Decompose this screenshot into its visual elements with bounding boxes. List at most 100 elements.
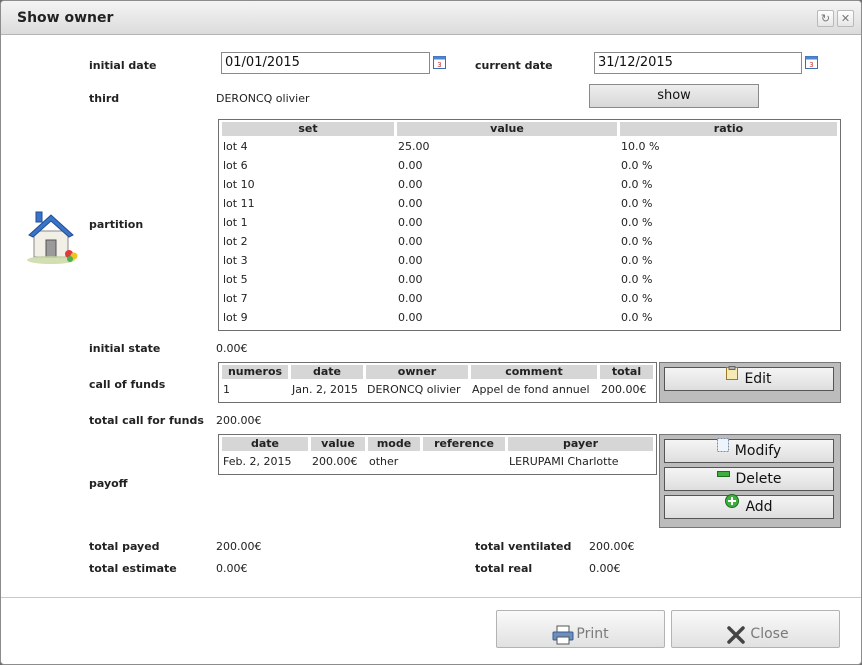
footer-divider	[1, 597, 861, 598]
cell-mode: other	[369, 455, 399, 468]
calendar-icon[interactable]: 3	[804, 54, 820, 70]
cell-value: 0.00	[398, 273, 423, 286]
payoff-actions: Modify Delete Add	[659, 434, 841, 528]
cell-set: lot 6	[223, 159, 248, 172]
table-row[interactable]: lot 4 25.00 10.0 %	[222, 138, 837, 155]
add-button[interactable]: Add	[664, 493, 834, 519]
add-icon	[725, 493, 740, 515]
column-header-reference[interactable]: reference	[423, 437, 505, 451]
table-row[interactable]: lot 5 0.00 0.0 %	[222, 271, 837, 288]
column-header-payer[interactable]: payer	[508, 437, 653, 451]
initial-state-value: 0.00€	[216, 342, 248, 355]
delete-button-label: Delete	[735, 471, 782, 487]
house-icon	[25, 207, 81, 265]
cell-set: lot 9	[223, 311, 248, 324]
table-row[interactable]: 1 Jan. 2, 2015 DERONCQ olivier Appel de …	[222, 381, 653, 398]
close-button-label: Close	[750, 626, 789, 642]
third-label: third	[89, 92, 120, 105]
column-header-ratio[interactable]: ratio	[620, 122, 837, 136]
cell-value: 0.00	[398, 159, 423, 172]
table-row[interactable]: lot 11 0.00 0.0 %	[222, 195, 837, 212]
cell-set: lot 10	[223, 178, 255, 191]
edit-button[interactable]: Edit	[664, 366, 834, 391]
svg-text:3: 3	[437, 61, 441, 69]
table-row[interactable]: lot 7 0.00 0.0 %	[222, 290, 837, 307]
cell-ratio: 10.0 %	[621, 140, 660, 153]
calendar-icon[interactable]: 3	[432, 54, 448, 70]
initial-state-label: initial state	[89, 342, 161, 355]
current-date-input[interactable]: 31/12/2015	[594, 52, 802, 74]
cell-ratio: 0.0 %	[621, 216, 653, 229]
show-button[interactable]: show	[589, 84, 759, 108]
cell-set: lot 5	[223, 273, 248, 286]
total-payed-value: 200.00€	[216, 540, 262, 553]
dialog-titlebar[interactable]: Show owner ↻ ✕	[1, 1, 861, 35]
show-owner-dialog: Show owner ↻ ✕ initial date 01/01/2015 3…	[0, 0, 862, 665]
table-row[interactable]: lot 10 0.00 0.0 %	[222, 176, 837, 193]
close-button[interactable]: Close	[671, 610, 840, 648]
table-row[interactable]: Feb. 2, 2015 200.00€ other LERUPAMI Char…	[222, 453, 653, 470]
total-payed-label: total payed	[89, 540, 160, 553]
add-button-label: Add	[745, 499, 773, 515]
column-header-value[interactable]: value	[311, 437, 365, 451]
cell-set: lot 7	[223, 292, 248, 305]
cell-value: 0.00	[398, 254, 423, 267]
column-header-comment[interactable]: comment	[471, 365, 597, 379]
call-of-funds-label: call of funds	[89, 378, 166, 391]
total-estimate-value: 0.00€	[216, 562, 248, 575]
cell-comment: Appel de fond annuel	[472, 383, 590, 396]
cell-payer: LERUPAMI Charlotte	[509, 455, 619, 468]
svg-text:3: 3	[809, 61, 813, 69]
total-call-for-funds-value: 200.00€	[216, 414, 262, 427]
column-header-numeros[interactable]: numeros	[222, 365, 288, 379]
column-header-total[interactable]: total	[600, 365, 653, 379]
call-of-funds-actions: Edit	[659, 362, 841, 403]
total-real-label: total real	[475, 562, 533, 575]
payoff-label: payoff	[89, 477, 128, 490]
column-header-value[interactable]: value	[397, 122, 617, 136]
delete-icon	[716, 465, 730, 487]
table-row[interactable]: lot 2 0.00 0.0 %	[222, 233, 837, 250]
refresh-icon[interactable]: ↻	[817, 10, 834, 27]
total-ventilated-label: total ventilated	[475, 540, 572, 553]
table-row[interactable]: lot 9 0.00 0.0 %	[222, 309, 837, 326]
column-header-set[interactable]: set	[222, 122, 394, 136]
cell-ratio: 0.0 %	[621, 254, 653, 267]
modify-button-label: Modify	[734, 443, 782, 459]
cell-value: 200.00€	[312, 455, 358, 468]
modify-icon	[716, 437, 729, 459]
close-window-icon[interactable]: ✕	[837, 10, 854, 27]
cell-numeros: 1	[223, 383, 230, 396]
printer-icon	[552, 618, 574, 664]
column-header-date[interactable]: date	[222, 437, 308, 451]
delete-button[interactable]: Delete	[664, 467, 834, 491]
cell-set: lot 4	[223, 140, 248, 153]
cell-set: lot 3	[223, 254, 248, 267]
cell-value: 0.00	[398, 178, 423, 191]
print-button[interactable]: Print	[496, 610, 665, 648]
initial-date-input[interactable]: 01/01/2015	[221, 52, 430, 74]
table-row[interactable]: lot 3 0.00 0.0 %	[222, 252, 837, 269]
column-header-date[interactable]: date	[291, 365, 363, 379]
cell-value: 0.00	[398, 197, 423, 210]
table-row[interactable]: lot 6 0.00 0.0 %	[222, 157, 837, 174]
cell-value: 0.00	[398, 311, 423, 324]
cell-value: 0.00	[398, 235, 423, 248]
cell-set: lot 2	[223, 235, 248, 248]
cell-value: 0.00	[398, 216, 423, 229]
column-header-mode[interactable]: mode	[368, 437, 420, 451]
initial-date-label: initial date	[89, 59, 157, 72]
cell-ratio: 0.0 %	[621, 235, 653, 248]
table-row[interactable]: lot 1 0.00 0.0 %	[222, 214, 837, 231]
total-estimate-label: total estimate	[89, 562, 177, 575]
close-icon	[726, 618, 746, 664]
modify-button[interactable]: Modify	[664, 437, 834, 463]
total-ventilated-value: 200.00€	[589, 540, 635, 553]
total-call-for-funds-label: total call for funds	[89, 414, 204, 427]
cell-set: lot 1	[223, 216, 248, 229]
cell-total: 200.00€	[601, 383, 647, 396]
cell-value: 25.00	[398, 140, 430, 153]
print-button-label: Print	[576, 626, 609, 642]
cell-reference	[423, 453, 505, 470]
column-header-owner[interactable]: owner	[366, 365, 468, 379]
